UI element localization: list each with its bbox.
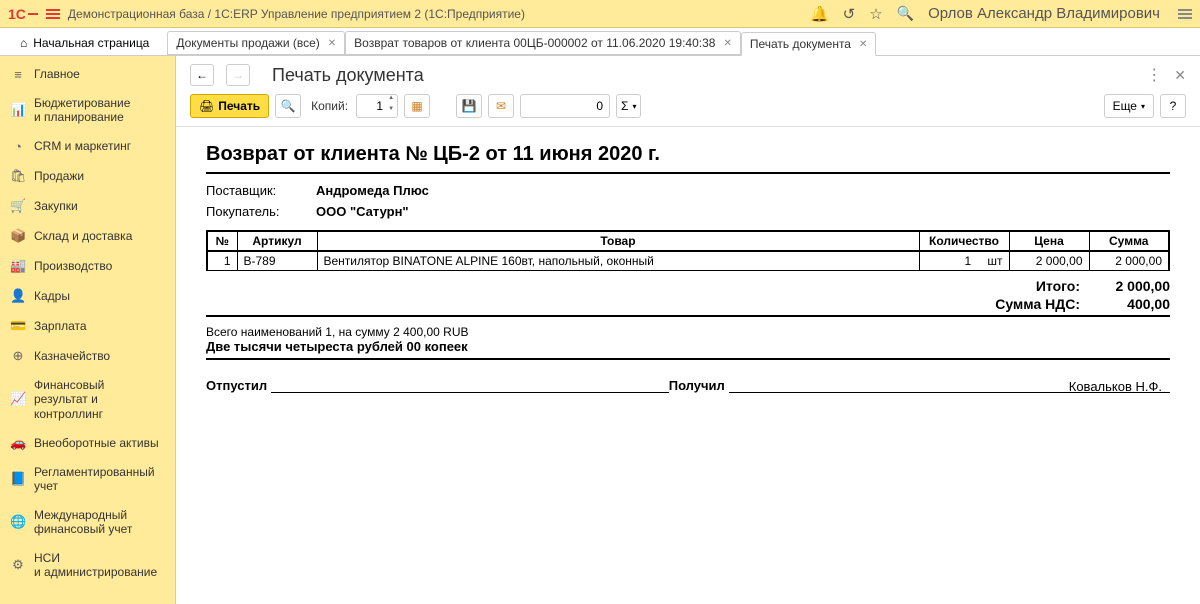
chevron-down-icon: ▾	[1141, 102, 1145, 111]
app-title: Демонстрационная база / 1С:ERP Управлени…	[68, 7, 802, 21]
buyer-row: Покупатель: ООО "Сатурн"	[206, 201, 1170, 222]
sidebar-item[interactable]: ⚙НСИ и администрирование	[0, 544, 175, 587]
close-page-icon[interactable]: ✕	[1174, 67, 1186, 84]
kebab-icon[interactable]: ⋮	[1146, 65, 1162, 85]
box-icon: 📦	[10, 228, 26, 244]
coin-icon: ⊕	[10, 348, 26, 364]
sidebar-item[interactable]: 👤Кадры	[0, 281, 175, 311]
supplier-row: Поставщик: Андромеда Плюс	[206, 180, 1170, 201]
content-area: ← → Печать документа ⋮ ✕ 🖨 Печать 🔍 Копи…	[175, 56, 1200, 604]
home-tab[interactable]: ⌂ Начальная страница	[8, 31, 161, 55]
sidebar-item[interactable]: ≡Главное	[0, 60, 175, 89]
graph-icon: 📈	[10, 391, 26, 407]
sidebar-item[interactable]: 🏭Производство	[0, 251, 175, 281]
floppy-icon: 💾	[462, 99, 477, 113]
table-row: 1 В-789 Вентилятор BINATONE ALPINE 160вт…	[207, 251, 1169, 271]
gear-icon: ⚙	[10, 557, 26, 573]
car-icon: 🚗	[10, 435, 26, 451]
chevron-down-icon: ▾	[632, 102, 636, 111]
table-icon: ▦	[411, 99, 422, 113]
spinner-down[interactable]: ▼	[385, 106, 397, 117]
globe-icon: 🌐	[10, 514, 26, 530]
print-button[interactable]: 🖨 Печать	[190, 94, 269, 118]
bell-icon[interactable]: 🔔	[810, 5, 829, 23]
sigma-icon: Σ	[621, 99, 628, 113]
document-preview: Возврат от клиента № ЦБ-2 от 11 июня 202…	[176, 127, 1200, 604]
magnifier-icon: 🔍	[281, 99, 296, 113]
save-button[interactable]: 💾	[456, 94, 482, 118]
sidebar-item[interactable]: 🌐Международный финансовый учет	[0, 501, 175, 544]
sidebar-item[interactable]: 💳Зарплата	[0, 311, 175, 341]
back-button[interactable]: ←	[190, 64, 214, 86]
person-icon: 👤	[10, 288, 26, 304]
spinner-up[interactable]: ▲	[385, 95, 397, 106]
logo: 1С	[8, 6, 38, 22]
forward-button[interactable]: →	[226, 64, 250, 86]
signatures: Отпустил Получил Ковальков Н.Ф.	[206, 378, 1170, 393]
star-icon[interactable]: ☆	[869, 5, 882, 23]
factory-icon: 🏭	[10, 258, 26, 274]
book-icon: 📘	[10, 471, 26, 487]
totals-block: Итого:2 000,00 Сумма НДС:400,00	[206, 277, 1170, 317]
menu-icon: ≡	[10, 67, 26, 82]
sidebar-item[interactable]: 📈Финансовый результат и контроллинг	[0, 371, 175, 428]
tab-documents[interactable]: Документы продажи (все)✕	[167, 31, 345, 55]
sidebar-item[interactable]: 🛍Продажи	[0, 161, 175, 191]
home-icon: ⌂	[20, 36, 27, 50]
signature-line	[271, 379, 669, 393]
app-top-bar: 1С Демонстрационная база / 1С:ERP Управл…	[0, 0, 1200, 28]
tab-print-doc[interactable]: Печать документа✕	[741, 32, 877, 56]
printer-icon: 🖨	[199, 99, 214, 113]
items-table: № Артикул Товар Количество Цена Сумма 1 …	[206, 230, 1170, 271]
sidebar-item[interactable]: 📦Склад и доставка	[0, 221, 175, 251]
close-icon[interactable]: ✕	[859, 39, 867, 50]
cart-icon: 🛒	[10, 198, 26, 214]
window-menu-icon[interactable]	[1178, 9, 1192, 19]
search-icon[interactable]: 🔍	[897, 5, 914, 22]
zero-field[interactable]	[520, 94, 610, 118]
envelope-icon: ✉	[496, 99, 506, 113]
tabs-bar: ⌂ Начальная страница Документы продажи (…	[0, 28, 1200, 56]
sidebar-item[interactable]: 📊Бюджетирование и планирование	[0, 89, 175, 132]
bag-icon: 🛍	[10, 168, 26, 184]
chart-icon: 📊	[10, 102, 26, 118]
card-icon: 💳	[10, 318, 26, 334]
close-icon[interactable]: ✕	[328, 38, 336, 49]
more-button[interactable]: Еще ▾	[1104, 94, 1154, 118]
signature-line: Ковальков Н.Ф.	[729, 379, 1170, 393]
user-name[interactable]: Орлов Александр Владимирович	[928, 5, 1160, 22]
sidebar-item[interactable]: 📘Регламентированный учет	[0, 458, 175, 501]
summary-words: Две тысячи четыреста рублей 00 копеек	[206, 339, 1170, 360]
main-menu-icon[interactable]	[46, 9, 60, 19]
page-title: Печать документа	[272, 65, 424, 86]
doc-title: Возврат от клиента № ЦБ-2 от 11 июня 202…	[206, 143, 1170, 174]
tab-return-doc[interactable]: Возврат товаров от клиента 00ЦБ-000002 о…	[345, 31, 741, 55]
copies-label: Копий:	[311, 99, 348, 113]
preview-button[interactable]: 🔍	[275, 94, 301, 118]
settings-button[interactable]: ▦	[404, 94, 430, 118]
history-icon[interactable]: ↺	[843, 5, 856, 23]
pie-icon: ◔	[10, 139, 26, 154]
summary-count: Всего наименований 1, на сумму 2 400,00 …	[206, 325, 1170, 339]
toolbar: 🖨 Печать 🔍 Копий: ▲▼ ▦ 💾 ✉ Σ ▾ Еще ▾	[176, 90, 1200, 127]
help-button[interactable]: ?	[1160, 94, 1186, 118]
sidebar-item[interactable]: 🚗Внеоборотные активы	[0, 428, 175, 458]
close-icon[interactable]: ✕	[723, 38, 731, 49]
sidebar: ≡Главное 📊Бюджетирование и планирование …	[0, 56, 175, 604]
sidebar-item[interactable]: ◔CRM и маркетинг	[0, 132, 175, 161]
sidebar-item[interactable]: ⊕Казначейство	[0, 341, 175, 371]
sigma-button[interactable]: Σ ▾	[616, 94, 641, 118]
top-bar-actions: 🔔 ↺ ☆ 🔍 Орлов Александр Владимирович	[810, 5, 1192, 23]
email-button[interactable]: ✉	[488, 94, 514, 118]
sidebar-item[interactable]: 🛒Закупки	[0, 191, 175, 221]
page-header: ← → Печать документа ⋮ ✕	[176, 56, 1200, 90]
